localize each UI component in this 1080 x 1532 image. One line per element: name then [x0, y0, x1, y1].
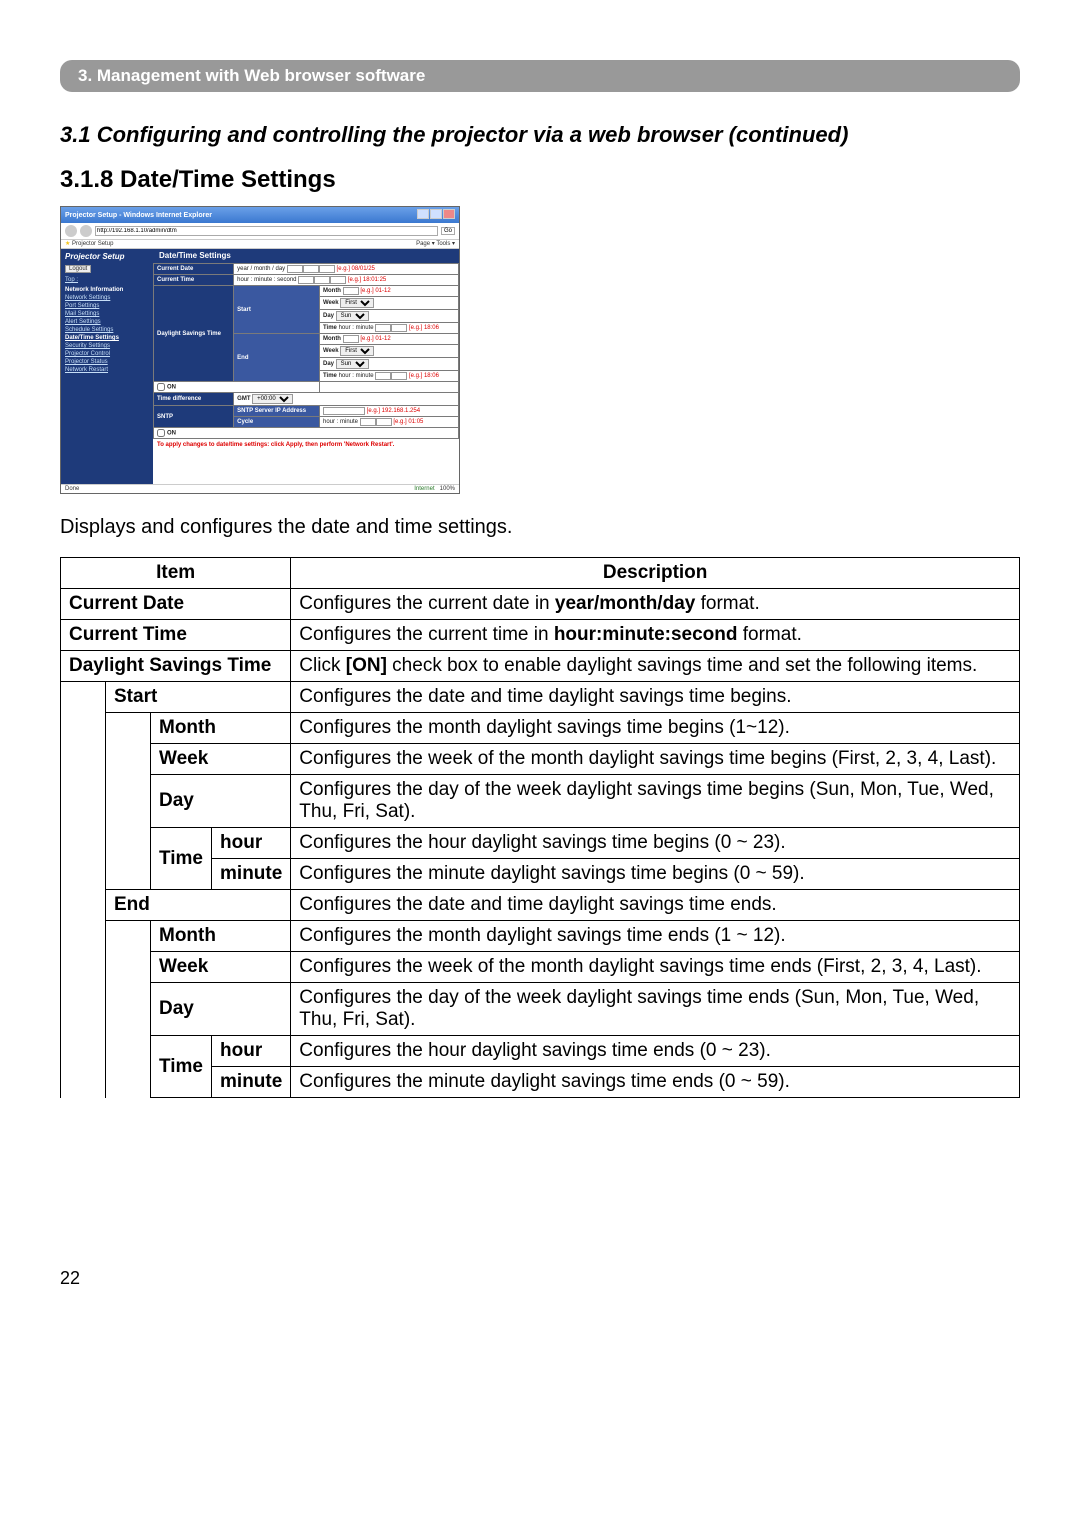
row-end-week: Week	[151, 952, 291, 983]
sidebar: Projector Setup Logout Top : Network Inf…	[61, 249, 153, 484]
sidebar-net-info: Network Information	[61, 286, 153, 294]
sidebar-item: Network Settings	[61, 294, 153, 302]
desc-end-week: Configures the week of the month dayligh…	[291, 952, 1020, 983]
settings-form: Current Dateyear / month / day [e.g.] 08…	[153, 263, 459, 439]
row-start-time: Time	[151, 828, 212, 890]
sidebar-item: Schedule Settings	[61, 326, 153, 334]
row-start: Start	[106, 682, 291, 713]
sidebar-item: Network Restart	[61, 366, 153, 374]
row-current-time: Current Time	[61, 620, 291, 651]
desc-dst: Click [ON] check box to enable daylight …	[291, 651, 1020, 682]
row-start-minute: minute	[212, 859, 291, 890]
desc-start-hour: Configures the hour daylight savings tim…	[291, 828, 1020, 859]
tab-label: Projector Setup	[72, 241, 113, 247]
sidebar-item: Alert Settings	[61, 318, 153, 326]
row-dst: Daylight Savings Time	[61, 651, 291, 682]
subsection-title: 3.1.8 Date/Time Settings	[60, 166, 1020, 194]
row-start-month: Month	[151, 713, 291, 744]
sidebar-item: Port Settings	[61, 302, 153, 310]
sidebar-header: Projector Setup	[61, 253, 153, 264]
logout-button: Logout	[65, 265, 91, 273]
sidebar-top: Top :	[61, 276, 153, 284]
desc-end: Configures the date and time daylight sa…	[291, 890, 1020, 921]
desc-start-week: Configures the week of the month dayligh…	[291, 744, 1020, 775]
desc-start: Configures the date and time daylight sa…	[291, 682, 1020, 713]
row-start-hour: hour	[212, 828, 291, 859]
fwd-icon	[80, 225, 92, 237]
indent-col-3	[106, 921, 151, 1098]
back-icon	[65, 225, 77, 237]
window-title: Projector Setup - Windows Internet Explo…	[65, 212, 212, 219]
row-start-day: Day	[151, 775, 291, 828]
status-zoom: 100%	[440, 486, 455, 492]
page-number: 22	[60, 1268, 1020, 1289]
sidebar-item: Projector Status	[61, 358, 153, 366]
settings-screenshot: Projector Setup - Windows Internet Explo…	[60, 206, 460, 494]
window-buttons	[416, 209, 455, 221]
main-heading: Date/Time Settings	[153, 249, 459, 263]
desc-end-minute: Configures the minute daylight savings t…	[291, 1067, 1020, 1098]
desc-current-time: Configures the current time in hour:minu…	[291, 620, 1020, 651]
desc-start-day: Configures the day of the week daylight …	[291, 775, 1020, 828]
row-start-week: Week	[151, 744, 291, 775]
desc-start-minute: Configures the minute daylight savings t…	[291, 859, 1020, 890]
chapter-bar: 3. Management with Web browser software	[60, 60, 1020, 92]
desc-end-day: Configures the day of the week daylight …	[291, 983, 1020, 1036]
row-end-hour: hour	[212, 1036, 291, 1067]
desc-current-date: Configures the current date in year/mont…	[291, 589, 1020, 620]
desc-end-hour: Configures the hour daylight savings tim…	[291, 1036, 1020, 1067]
go-button: Go	[441, 227, 455, 235]
status-internet: Internet	[414, 486, 434, 492]
address-bar	[95, 226, 438, 236]
desc-start-month: Configures the month daylight savings ti…	[291, 713, 1020, 744]
sidebar-item: Projector Control	[61, 350, 153, 358]
th-item: Item	[61, 558, 291, 589]
command-bar: Page ▾ Tools ▾	[416, 241, 455, 247]
row-end-day: Day	[151, 983, 291, 1036]
description-table: Item Description Current Date Configures…	[60, 557, 1020, 1098]
sidebar-item-active: Date/Time Settings	[61, 334, 153, 342]
indent-col	[61, 682, 106, 1098]
section-title: 3.1 Configuring and controlling the proj…	[60, 122, 1020, 148]
sidebar-item: Security Settings	[61, 342, 153, 350]
sidebar-item: Mail Settings	[61, 310, 153, 318]
apply-note: To apply changes to date/time settings: …	[153, 439, 459, 451]
desc-end-month: Configures the month daylight savings ti…	[291, 921, 1020, 952]
th-desc: Description	[291, 558, 1020, 589]
row-end-time: Time	[151, 1036, 212, 1098]
row-current-date: Current Date	[61, 589, 291, 620]
favorites-icon: ★	[65, 241, 72, 247]
status-done: Done	[65, 486, 79, 492]
row-end-minute: minute	[212, 1067, 291, 1098]
intro-text: Displays and configures the date and tim…	[60, 516, 1020, 539]
row-end-month: Month	[151, 921, 291, 952]
indent-col-2	[106, 713, 151, 890]
row-end: End	[106, 890, 291, 921]
